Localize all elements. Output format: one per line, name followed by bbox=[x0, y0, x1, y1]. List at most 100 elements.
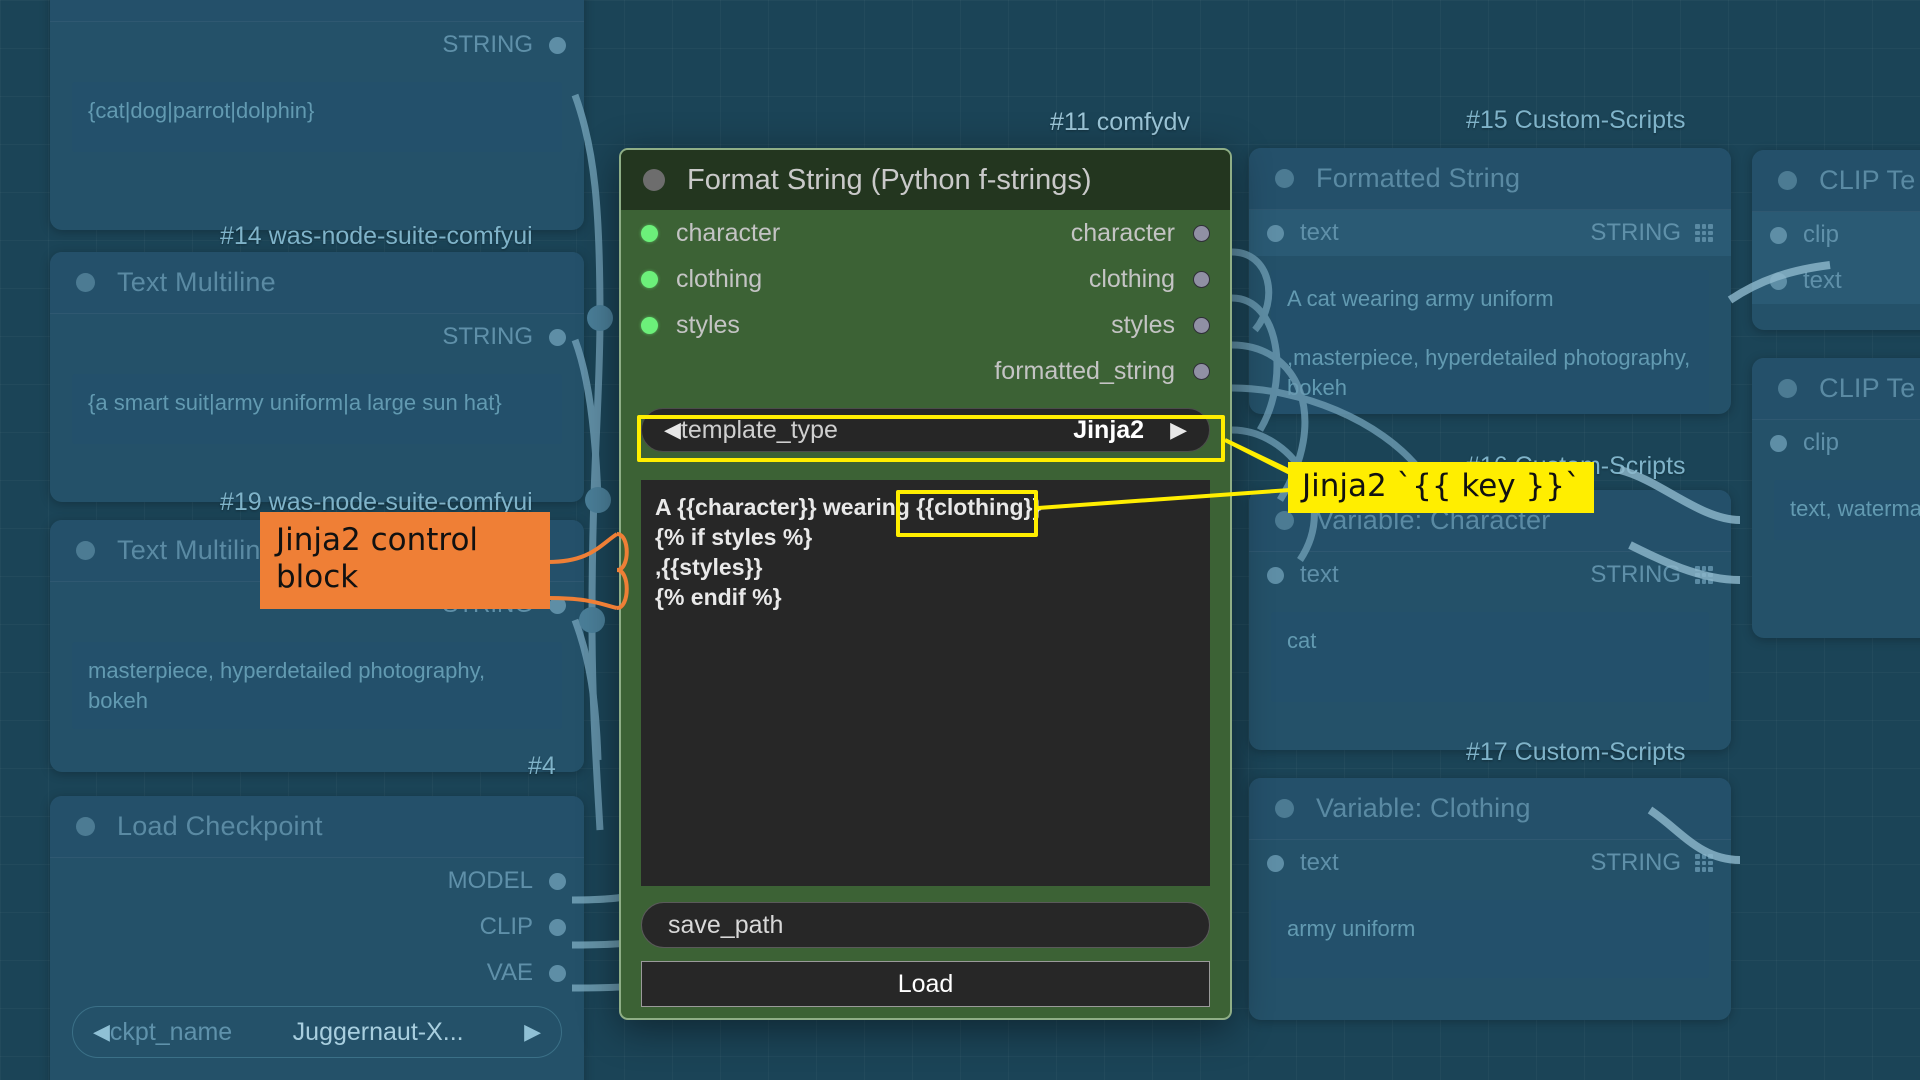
node-variable-clothing[interactable]: Variable: Clothing text STRING army unif… bbox=[1249, 778, 1731, 1020]
input-slot-label: styles bbox=[676, 310, 740, 339]
grid-handle-icon[interactable] bbox=[1695, 224, 1713, 242]
node-load-checkpoint[interactable]: Load Checkpoint MODEL CLIP VAE ◀ ckpt_na… bbox=[50, 796, 584, 1080]
input-slot-text[interactable]: text STRING bbox=[1249, 552, 1731, 598]
text-value[interactable]: masterpiece, hyperdetailed photography, … bbox=[72, 642, 562, 730]
input-pin[interactable] bbox=[641, 270, 658, 288]
output-pin[interactable] bbox=[549, 328, 566, 346]
node-header[interactable]: Text Multiline bbox=[50, 0, 584, 22]
node-title: CLIP Te bbox=[1819, 165, 1916, 195]
input-slot-character[interactable]: character character bbox=[621, 210, 1230, 256]
input-pin[interactable] bbox=[1267, 854, 1284, 872]
node-format-string[interactable]: Format String (Python f-strings) charact… bbox=[619, 148, 1232, 1020]
triangle-right-icon[interactable]: ▶ bbox=[524, 1019, 541, 1045]
grid-handle-icon[interactable] bbox=[1695, 566, 1713, 584]
input-pin[interactable] bbox=[1267, 224, 1284, 242]
text-value[interactable]: {cat|dog|parrot|dolphin} bbox=[72, 82, 562, 152]
node-header[interactable]: Formatted String bbox=[1249, 148, 1731, 210]
input-slot-label: text bbox=[1803, 267, 1842, 294]
widget-value: Juggernaut-X... bbox=[292, 1017, 464, 1046]
node-header[interactable]: Format String (Python f-strings) bbox=[621, 150, 1230, 210]
node-variable-character[interactable]: Variable: Character text STRING cat bbox=[1249, 490, 1731, 750]
input-pin[interactable] bbox=[641, 316, 658, 334]
node-badge-11: #11 comfydv bbox=[1050, 108, 1190, 136]
node-text-multiline-19[interactable]: Text Multiline STRING {a smart suit|army… bbox=[50, 252, 584, 502]
load-button[interactable]: Load bbox=[641, 961, 1210, 1007]
input-slot-text[interactable]: text STRING bbox=[1249, 840, 1731, 886]
text-value[interactable]: army uniform bbox=[1271, 900, 1709, 978]
output-pin[interactable] bbox=[549, 596, 566, 614]
template-type-widget[interactable]: ◀ template_type Jinja2 ▶ bbox=[641, 408, 1210, 452]
output-pin[interactable] bbox=[1193, 316, 1210, 334]
node-title: Text Multiline bbox=[117, 0, 276, 6]
node-badge-17: #17 Custom-Scripts bbox=[1466, 738, 1686, 766]
comfyui-canvas[interactable]: Text Multiline STRING {cat|dog|parrot|do… bbox=[0, 0, 1920, 1080]
output-pin[interactable] bbox=[549, 918, 566, 936]
node-title: Formatted String bbox=[1316, 163, 1521, 193]
output-slot-model[interactable]: MODEL bbox=[50, 858, 584, 904]
output-slot-clip[interactable]: CLIP bbox=[50, 904, 584, 950]
output-pin[interactable] bbox=[1193, 270, 1210, 288]
output-pin[interactable] bbox=[1193, 362, 1210, 380]
collapse-dot-icon[interactable] bbox=[76, 541, 95, 560]
node-body: MODEL CLIP VAE ◀ ckpt_name Juggernaut-X.… bbox=[50, 858, 584, 1058]
node-text-multiline-14[interactable]: Text Multiline STRING {cat|dog|parrot|do… bbox=[50, 0, 584, 230]
collapse-dot-icon[interactable] bbox=[76, 273, 95, 292]
collapse-dot-icon[interactable] bbox=[1778, 379, 1797, 398]
output-slot-label: STRING bbox=[442, 31, 533, 58]
collapse-dot-icon[interactable] bbox=[1275, 511, 1294, 530]
node-header[interactable]: Load Checkpoint bbox=[50, 796, 584, 858]
input-pin[interactable] bbox=[1770, 226, 1787, 244]
node-body: clip text, waterma bbox=[1752, 420, 1920, 540]
text-value[interactable]: text, waterma bbox=[1774, 480, 1920, 540]
output-slot-string[interactable]: STRING bbox=[50, 314, 584, 360]
input-slot-clip[interactable]: clip bbox=[1752, 212, 1920, 258]
text-value[interactable]: cat bbox=[1271, 612, 1709, 702]
input-slot-text[interactable]: text bbox=[1752, 258, 1920, 304]
node-formatted-string[interactable]: Formatted String text STRING A cat weari… bbox=[1249, 148, 1731, 414]
output-pin[interactable] bbox=[549, 964, 566, 982]
widget-name: ckpt_name bbox=[109, 1017, 233, 1046]
node-header[interactable]: CLIP Te bbox=[1752, 358, 1920, 420]
input-pin[interactable] bbox=[641, 224, 658, 242]
input-slot-label: text bbox=[1300, 849, 1339, 876]
output-pin[interactable] bbox=[549, 36, 566, 54]
text-value[interactable]: {a smart suit|army uniform|a large sun h… bbox=[72, 374, 562, 444]
input-pin[interactable] bbox=[1770, 434, 1787, 452]
output-slot-formatted-string[interactable]: formatted_string bbox=[621, 348, 1230, 394]
collapse-dot-icon[interactable] bbox=[1275, 799, 1294, 818]
node-badge-4: #4 bbox=[528, 752, 556, 780]
node-header[interactable]: CLIP Te bbox=[1752, 150, 1920, 212]
node-title: Variable: Clothing bbox=[1316, 793, 1531, 823]
input-slot-clothing[interactable]: clothing clothing bbox=[621, 256, 1230, 302]
input-pin[interactable] bbox=[1267, 566, 1284, 584]
text-value[interactable]: A cat wearing army uniform ,masterpiece,… bbox=[1271, 270, 1709, 414]
template-textarea[interactable]: A {{character}} wearing {{clothing}} {% … bbox=[641, 480, 1210, 886]
collapse-dot-icon[interactable] bbox=[643, 169, 665, 191]
node-header[interactable]: Variable: Clothing bbox=[1249, 778, 1731, 840]
node-clip-text-encode-2[interactable]: CLIP Te clip text, waterma bbox=[1752, 358, 1920, 638]
collapse-dot-icon[interactable] bbox=[1778, 171, 1797, 190]
output-slot-string[interactable]: STRING bbox=[50, 22, 584, 68]
node-badge-14: #14 was-node-suite-comfyui bbox=[220, 222, 533, 250]
input-slot-clip[interactable]: clip bbox=[1752, 420, 1920, 466]
output-slot-vae[interactable]: VAE bbox=[50, 950, 584, 996]
node-clip-text-encode-1[interactable]: CLIP Te clip text bbox=[1752, 150, 1920, 330]
triangle-right-icon[interactable]: ▶ bbox=[1170, 417, 1187, 443]
triangle-left-icon[interactable]: ◀ bbox=[93, 1019, 110, 1045]
collapse-dot-icon[interactable] bbox=[1275, 169, 1294, 188]
type-label: STRING bbox=[1590, 849, 1681, 876]
input-slot-label: clip bbox=[1803, 221, 1840, 248]
triangle-left-icon[interactable]: ◀ bbox=[664, 417, 681, 443]
output-pin[interactable] bbox=[549, 872, 566, 890]
grid-handle-icon[interactable] bbox=[1695, 854, 1713, 872]
node-badge-15: #15 Custom-Scripts bbox=[1466, 106, 1686, 134]
node-header[interactable]: Text Multiline bbox=[50, 252, 584, 314]
input-slot-text[interactable]: text STRING bbox=[1249, 210, 1731, 256]
output-slot-label: MODEL bbox=[447, 867, 533, 894]
output-pin[interactable] bbox=[1193, 224, 1210, 242]
save-path-input[interactable]: save_path bbox=[641, 902, 1210, 948]
collapse-dot-icon[interactable] bbox=[76, 817, 95, 836]
ckpt-name-widget[interactable]: ◀ ckpt_name Juggernaut-X... ▶ bbox=[72, 1006, 562, 1058]
input-slot-styles[interactable]: styles styles bbox=[621, 302, 1230, 348]
input-pin[interactable] bbox=[1770, 272, 1787, 290]
